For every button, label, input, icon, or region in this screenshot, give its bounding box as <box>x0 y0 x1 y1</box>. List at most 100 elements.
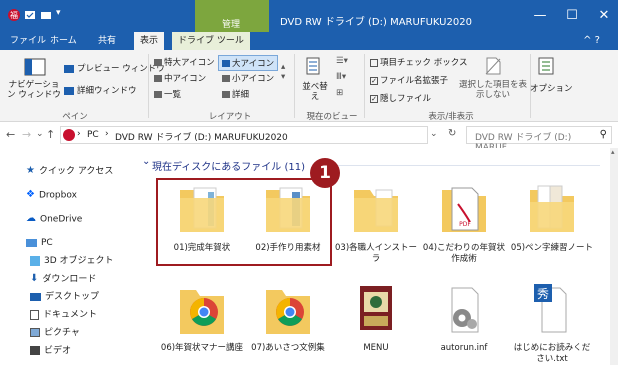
file-item-application[interactable]: MENU <box>334 284 418 354</box>
group-header[interactable]: 現在ディスクにあるファイル (11) <box>152 158 305 173</box>
tab-home[interactable]: ホーム <box>44 32 83 50</box>
sidebar-item-onedrive[interactable]: ☁ OneDrive <box>0 210 140 228</box>
breadcrumb-drive[interactable]: DVD RW ドライブ (D:) MARUFUKU2020 <box>115 130 288 143</box>
file-label: 05)ペン字練習ノート <box>510 243 594 253</box>
sidebar-item-videos[interactable]: ビデオ <box>0 342 140 360</box>
file-label: 03)各職人インストーラ <box>335 243 417 264</box>
layout-large[interactable]: 大アイコン <box>218 55 279 71</box>
hide-selected-button[interactable]: 選択した項目を表示しない <box>456 80 530 100</box>
sidebar-item-pictures[interactable]: ピクチャ <box>0 324 140 342</box>
maximize-button[interactable]: ☐ <box>562 8 582 23</box>
tab-view[interactable]: 表示 <box>134 32 165 50</box>
window-title: DVD RW ドライブ (D:) MARUFUKU2020 <box>280 17 472 28</box>
search-box[interactable]: DVD RW ドライブ (D:) MARUF... ⚲ <box>466 126 612 153</box>
pane-group-label: ペイン <box>62 112 88 122</box>
sidebar-item-dropbox[interactable]: ❖ Dropbox <box>0 186 140 204</box>
svg-text:福: 福 <box>10 11 18 20</box>
layout-details[interactable]: 詳細 <box>222 88 249 100</box>
checkbox-checked-icon: ✓ <box>370 76 378 85</box>
sort-button[interactable]: 並べ替え <box>300 82 330 102</box>
close-button[interactable]: ✕ <box>594 8 614 23</box>
drive-badge-icon <box>63 129 75 141</box>
ribbon-help-button[interactable]: ^ ? <box>583 35 600 46</box>
hide-selected-icon[interactable] <box>484 56 502 76</box>
address-dropdown-icon[interactable]: ⌄ <box>430 129 438 139</box>
item-checkbox-toggle[interactable]: 項目チェック ボックス <box>370 56 467 68</box>
breadcrumb-separator-icon: › <box>77 129 81 139</box>
tab-drive-tools[interactable]: ドライブ ツール <box>172 32 250 50</box>
highlight-box <box>156 178 332 266</box>
layout-small[interactable]: 小アイコン <box>222 72 274 84</box>
file-item-folder[interactable]: 07)あいさつ文例集 <box>246 284 330 354</box>
file-item-inf[interactable]: autorun.inf <box>422 284 506 354</box>
add-columns-icon[interactable]: Ⅲ▾ <box>336 72 346 82</box>
ribbon-tab-bar: ファイル ホーム 共有 表示 ドライブ ツール ^ ? <box>0 32 618 50</box>
collapse-group-icon[interactable]: ⌄ <box>142 156 150 167</box>
file-item-folder[interactable]: PDF 04)こだわりの年賀状作成術 <box>422 182 506 265</box>
preview-pane-button[interactable]: プレビュー ウィンドウ <box>64 62 165 74</box>
sidebar-item-quick-access[interactable]: ★ クイック アクセス <box>0 162 140 180</box>
file-view: ⌄ 現在ディスクにあるファイル (11) 01)完成年賀状 02)手作り用素材 … <box>140 148 610 365</box>
current-view-group-label: 現在のビュー <box>306 112 358 122</box>
file-label: autorun.inf <box>440 343 488 353</box>
sidebar-item-pc[interactable]: PC <box>0 234 140 252</box>
file-extension-toggle[interactable]: ✓ ファイル名拡張子 <box>370 74 448 86</box>
hidden-files-toggle[interactable]: ✓ 隠しファイル <box>370 92 431 104</box>
file-item-folder[interactable]: 03)各職人インストーラ <box>334 182 418 265</box>
cloud-icon: ☁ <box>26 213 36 224</box>
tab-share[interactable]: 共有 <box>92 32 122 50</box>
sort-icon[interactable] <box>306 56 324 76</box>
file-label: 07)あいさつ文例集 <box>251 343 325 353</box>
address-bar[interactable]: › PC › DVD RW ドライブ (D:) MARUFUKU2020 <box>60 126 428 144</box>
details-pane-button[interactable]: 詳細ウィンドウ <box>64 84 137 96</box>
file-label: 04)こだわりの年賀状作成術 <box>422 243 506 264</box>
file-label: MENU <box>363 343 389 353</box>
file-item-folder[interactable]: 06)年賀状マナー講座 <box>160 284 244 354</box>
svg-text:秀: 秀 <box>537 287 549 301</box>
layout-scroll-icon[interactable]: ▴ ▾ <box>281 62 285 82</box>
checkbox-unchecked-icon <box>370 58 378 67</box>
layout-extra-large[interactable]: 特大アイコン <box>154 56 215 68</box>
layout-medium[interactable]: 中アイコン <box>154 72 206 84</box>
file-item-text[interactable]: 秀 はじめにお読みください.txt <box>510 284 594 365</box>
showhide-group-label: 表示/非表示 <box>428 112 474 122</box>
options-button[interactable]: オプション <box>530 82 573 94</box>
scroll-up-icon[interactable]: ▴ <box>611 148 615 156</box>
picture-icon <box>30 328 40 337</box>
up-button[interactable]: ↑ <box>46 128 55 141</box>
layout-list[interactable]: 一覧 <box>154 88 181 100</box>
large-icons-icon <box>222 60 230 67</box>
options-icon[interactable] <box>538 56 556 76</box>
breadcrumb-pc[interactable]: PC <box>87 130 99 140</box>
list-icon <box>154 91 162 98</box>
address-row: ← → ⌄ ↑ › PC › DVD RW ドライブ (D:) MARUFUKU… <box>0 122 618 153</box>
extra-large-icons-icon <box>154 59 162 66</box>
group-by-icon[interactable]: ☰▾ <box>336 56 348 66</box>
sidebar-item-3d-objects[interactable]: 3D オブジェクト <box>0 252 140 270</box>
file-item-folder[interactable]: 05)ペン字練習ノート <box>510 182 594 254</box>
ribbon: ナビゲーション ウィンドウ プレビュー ウィンドウ 詳細ウィンドウ ペイン 特大… <box>0 50 618 122</box>
back-button[interactable]: ← <box>6 128 15 141</box>
recent-locations-button[interactable]: ⌄ <box>36 129 44 139</box>
sidebar-item-desktop[interactable]: デスクトップ <box>0 288 140 306</box>
ribbon-divider <box>294 54 295 118</box>
ribbon-divider <box>364 54 365 118</box>
sidebar-item-documents[interactable]: ドキュメント <box>0 306 140 324</box>
star-icon: ★ <box>26 165 35 176</box>
vertical-scrollbar[interactable]: ▴ <box>610 148 618 365</box>
properties-icon[interactable] <box>24 9 36 21</box>
qat-dropdown-icon[interactable]: ▾ <box>56 8 61 18</box>
size-columns-icon[interactable]: ⊞ <box>336 88 343 98</box>
navigation-pane-icon[interactable] <box>24 58 46 76</box>
minimize-button[interactable]: — <box>530 8 550 23</box>
sidebar-item-downloads[interactable]: ⬇ ダウンロード <box>0 270 140 288</box>
refresh-button[interactable]: ↻ <box>448 128 456 139</box>
forward-button[interactable]: → <box>22 128 31 141</box>
new-folder-icon[interactable] <box>40 9 52 21</box>
small-icons-icon <box>222 75 230 82</box>
folder-icon <box>530 185 574 232</box>
computer-icon <box>26 238 37 247</box>
search-icon[interactable]: ⚲ <box>600 129 607 140</box>
navigation-pane-button[interactable]: ナビゲーション ウィンドウ <box>6 80 62 100</box>
svg-text:PDF: PDF <box>459 221 471 228</box>
